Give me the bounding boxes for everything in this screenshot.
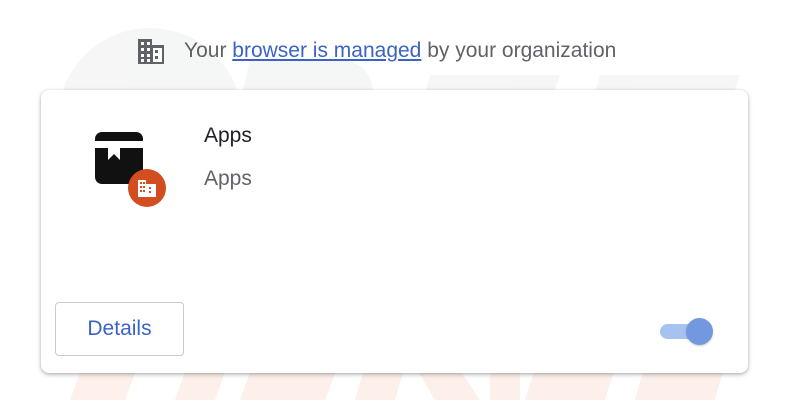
building-icon (136, 37, 166, 65)
managed-by-organization-notice: Your browser is managed by your organiza… (136, 36, 616, 66)
apps-extension-icon (93, 130, 171, 210)
enterprise-building-badge-icon (128, 169, 166, 207)
banner-prefix-text: Your (184, 39, 233, 62)
extension-card: Apps Apps Details (41, 90, 748, 373)
details-button[interactable]: Details (55, 302, 184, 356)
extension-description: Apps (204, 167, 252, 190)
toggle-knob (686, 318, 713, 345)
extension-enable-toggle[interactable] (658, 318, 714, 345)
banner-suffix-text: by your organization (421, 39, 617, 62)
extension-title: Apps (204, 124, 252, 147)
browser-managed-link[interactable]: browser is managed (232, 39, 421, 63)
